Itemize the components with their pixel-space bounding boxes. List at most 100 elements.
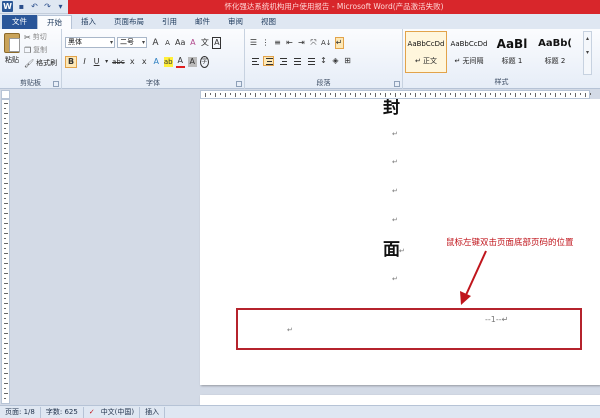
borders-icon[interactable]: ⊞ xyxy=(343,56,352,66)
bullets-icon[interactable]: ☰ xyxy=(249,38,258,48)
clipboard-dialog-launcher[interactable] xyxy=(53,81,59,87)
paragraph-dialog-launcher[interactable] xyxy=(394,81,400,87)
justify-icon[interactable] xyxy=(291,56,302,66)
change-case-icon[interactable]: Aa xyxy=(175,38,185,48)
font-size-dropdown[interactable]: 二号 ▾ xyxy=(117,37,147,48)
text-effects-button[interactable]: A xyxy=(152,57,161,67)
tab-view[interactable]: 视图 xyxy=(252,15,285,29)
enclose-char-button[interactable]: 字 xyxy=(199,56,209,68)
increase-indent-icon[interactable]: ⇥ xyxy=(297,38,306,48)
document-page[interactable]: 封 ↵ ↵ ↵ ↵ 面 ↵ ↵ 鼠标左键双击页面底部页码的位置 --1--↵ ↵ xyxy=(200,99,600,385)
ruler-tick xyxy=(4,398,6,399)
ruler-tick xyxy=(545,93,546,97)
ruler-tick xyxy=(4,148,6,149)
font-color-button[interactable]: A xyxy=(175,56,185,68)
word-count[interactable]: 字数: 625 xyxy=(41,406,84,418)
ruler-tick xyxy=(4,123,8,124)
chinese-layout-icon[interactable]: ⤧ xyxy=(309,38,318,48)
tab-selector[interactable] xyxy=(1,90,10,99)
tab-review[interactable]: 审阅 xyxy=(219,15,252,29)
ruler-tick xyxy=(560,93,561,95)
ruler-tick xyxy=(4,178,6,179)
word-app-icon[interactable]: W xyxy=(2,1,13,12)
tab-file[interactable]: 文件 xyxy=(2,15,37,29)
ruler-tick xyxy=(425,93,426,97)
style-heading-1[interactable]: AaBl 标题 1 xyxy=(491,31,533,73)
horizontal-ruler[interactable] xyxy=(200,90,591,99)
numbering-icon[interactable]: ⋮ xyxy=(261,38,270,48)
ruler-tick xyxy=(565,93,566,97)
italic-button[interactable]: I xyxy=(80,57,89,67)
shrink-font-icon[interactable]: A xyxy=(163,38,172,48)
align-left-icon[interactable] xyxy=(249,56,260,66)
char-shading-button[interactable]: A xyxy=(187,57,197,67)
ruler-tick xyxy=(4,388,6,389)
ruler-tick xyxy=(385,93,386,97)
language-indicator[interactable]: 中文(中国) xyxy=(96,406,141,418)
underline-button[interactable]: U xyxy=(92,57,101,67)
ruler-tick xyxy=(4,368,6,369)
copy-icon: ❐ xyxy=(24,45,32,55)
align-right-icon[interactable] xyxy=(277,56,288,66)
ruler-tick xyxy=(345,93,346,97)
ruler-tick xyxy=(340,93,341,95)
paragraph-group-label: 段落 xyxy=(316,79,331,87)
phonetic-guide-icon[interactable]: 文 xyxy=(200,38,209,48)
tab-insert[interactable]: 插入 xyxy=(72,15,105,29)
undo-icon[interactable]: ↶ xyxy=(30,2,39,11)
paste-icon xyxy=(4,33,20,53)
tab-mailings[interactable]: 邮件 xyxy=(186,15,219,29)
save-icon[interactable]: ▪ xyxy=(17,2,26,11)
redo-icon[interactable]: ↷ xyxy=(43,2,52,11)
ruler-tick xyxy=(4,138,6,139)
ruler-tick xyxy=(4,223,8,224)
ruler-tick xyxy=(330,93,331,95)
char-border-icon[interactable]: A xyxy=(212,37,222,49)
clear-format-icon[interactable]: A xyxy=(188,38,197,48)
chevron-down-icon: ▾ xyxy=(109,39,113,46)
distribute-icon[interactable] xyxy=(305,56,316,66)
page-count[interactable]: 页面: 1/8 xyxy=(0,406,41,418)
superscript-button[interactable]: x xyxy=(140,57,149,67)
ruler-tick xyxy=(4,333,8,334)
paste-button[interactable]: 粘贴 xyxy=(3,33,21,65)
ruler-tick xyxy=(4,358,6,359)
tab-page-layout[interactable]: 页面布局 xyxy=(105,15,153,29)
style-no-spacing[interactable]: AaBbCcDd ↵ 无间隔 xyxy=(448,31,490,73)
strikethrough-button[interactable]: abc xyxy=(112,57,125,67)
multilevel-list-icon[interactable]: ≡ xyxy=(273,38,282,48)
cut-button[interactable]: ✂ 剪切 xyxy=(24,32,47,42)
vertical-ruler[interactable] xyxy=(1,99,10,404)
bold-button[interactable]: B xyxy=(65,56,78,68)
underline-dropdown-icon[interactable]: ▾ xyxy=(104,57,109,67)
tab-home[interactable]: 开始 xyxy=(37,15,72,29)
customize-toolbar-icon[interactable]: ▾ xyxy=(56,2,65,11)
window-title: 怀化强达系统机构用户使用报告 - Microsoft Word(产品激活失败) xyxy=(224,2,444,11)
format-painter-button[interactable]: 🖌 格式刷 xyxy=(24,58,57,68)
footer-highlight-box[interactable]: --1--↵ ↵ xyxy=(236,308,582,350)
proofing-icon[interactable]: ✓ xyxy=(84,407,96,418)
copy-button[interactable]: ❐ 复制 xyxy=(24,45,47,55)
style-normal[interactable]: AaBbCcDd ↵ 正文 xyxy=(405,31,447,73)
ruler-tick xyxy=(4,258,6,259)
tab-references[interactable]: 引用 xyxy=(153,15,186,29)
decrease-indent-icon[interactable]: ⇤ xyxy=(285,38,294,48)
style-heading-2[interactable]: AaBb( 标题 2 xyxy=(534,31,576,73)
cover-char-top: 封 xyxy=(383,99,400,118)
grow-font-icon[interactable]: A xyxy=(151,38,160,48)
font-dialog-launcher[interactable] xyxy=(236,81,242,87)
font-name-dropdown[interactable]: 黑体 ▾ xyxy=(65,37,115,48)
styles-scroll[interactable]: ▴ ▾ xyxy=(583,31,592,75)
ruler-tick xyxy=(4,308,6,309)
show-marks-icon[interactable]: ↵ xyxy=(334,37,344,49)
ruler-tick xyxy=(470,93,471,95)
footer-page-number[interactable]: --1--↵ xyxy=(485,315,508,324)
align-center-icon[interactable] xyxy=(263,56,274,66)
sort-icon[interactable]: A↓ xyxy=(321,38,332,48)
line-spacing-icon[interactable]: ↕ xyxy=(319,56,328,66)
next-page[interactable] xyxy=(200,395,600,405)
insert-mode[interactable]: 插入 xyxy=(140,406,166,418)
subscript-button[interactable]: x xyxy=(128,57,137,67)
shading-icon[interactable]: ◈ xyxy=(331,56,340,66)
highlight-button[interactable]: ab xyxy=(163,57,173,67)
